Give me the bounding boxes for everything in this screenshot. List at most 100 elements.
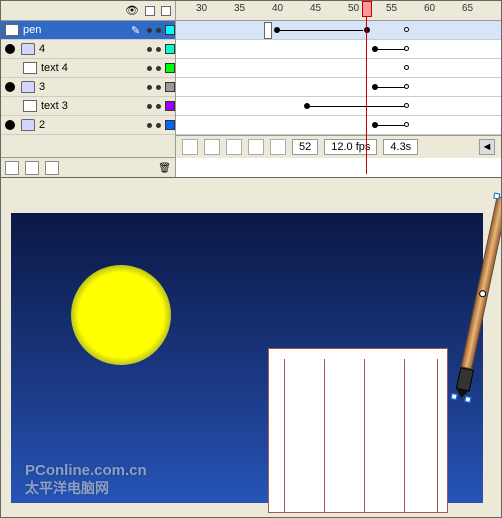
timeline-track[interactable] <box>176 59 501 78</box>
paper-rule-line <box>404 359 405 512</box>
moon-shape[interactable] <box>71 265 171 365</box>
visibility-column-icon[interactable] <box>125 4 139 18</box>
timeline-footer: 52 12.0 fps 4.3s ◄ <box>176 135 501 158</box>
layers-header <box>1 1 175 21</box>
visibility-dot[interactable] <box>147 47 152 52</box>
fps-field[interactable]: 12.0 fps <box>324 139 377 155</box>
layer-name: 4 <box>39 43 143 55</box>
folder-icon <box>21 119 35 131</box>
timeline-track[interactable] <box>176 116 501 135</box>
current-frame-field[interactable]: 52 <box>292 139 318 155</box>
layer-row-4[interactable]: 4 <box>1 40 175 59</box>
layer-row-text3[interactable]: text 3 <box>1 97 175 116</box>
selection-handle[interactable] <box>451 393 458 400</box>
layer-row-pen[interactable]: pen <box>1 21 175 40</box>
pen-tip <box>456 367 474 391</box>
ruler-tick: 60 <box>424 3 435 14</box>
visibility-dot[interactable] <box>147 123 152 128</box>
pencil-icon <box>131 24 143 37</box>
add-folder-button[interactable] <box>45 161 59 175</box>
layer-row-2[interactable]: 2 <box>1 116 175 135</box>
app-window: pen 4 text 4 3 <box>0 0 502 518</box>
outline-column-icon[interactable] <box>161 6 171 16</box>
folder-icon <box>21 81 35 93</box>
folder-icon <box>21 43 35 55</box>
layers-panel: pen 4 text 4 3 <box>1 1 176 177</box>
modify-onion-markers-button[interactable] <box>270 139 286 155</box>
scroll-left-button[interactable]: ◄ <box>479 139 495 155</box>
lock-dot[interactable] <box>156 123 161 128</box>
stage-canvas[interactable]: PConline.com.cn 太平洋电脑网 <box>11 213 483 503</box>
blank-keyframe[interactable] <box>404 103 409 108</box>
layer-row-3[interactable]: 3 <box>1 78 175 97</box>
center-frame-button[interactable] <box>182 139 198 155</box>
lock-dot[interactable] <box>156 47 161 52</box>
timeline-track[interactable] <box>176 40 501 59</box>
layer-color-box[interactable] <box>165 120 175 130</box>
timeline-panel: 30 35 40 45 50 55 60 65 <box>176 1 501 177</box>
blank-keyframe[interactable] <box>404 27 409 32</box>
lock-column-icon[interactable] <box>145 6 155 16</box>
timeline-track[interactable] <box>176 21 501 40</box>
pen-object-selected[interactable] <box>454 196 501 399</box>
paper-rule-line <box>437 359 438 512</box>
blank-keyframe[interactable] <box>404 46 409 51</box>
blank-keyframe[interactable] <box>404 65 409 70</box>
keyframe[interactable] <box>364 27 370 33</box>
ruler-tick: 40 <box>272 3 283 14</box>
layer-color-box[interactable] <box>165 25 175 35</box>
lock-dot[interactable] <box>156 104 161 109</box>
timeline-track[interactable] <box>176 78 501 97</box>
add-layer-button[interactable] <box>5 161 19 175</box>
blank-keyframe[interactable] <box>404 122 409 127</box>
layer-color-box[interactable] <box>165 82 175 92</box>
paper-shape[interactable] <box>268 348 448 513</box>
folder-toggle-icon[interactable] <box>5 120 15 130</box>
edit-multiple-frames-button[interactable] <box>248 139 264 155</box>
layer-color-box[interactable] <box>165 63 175 73</box>
visibility-dot[interactable] <box>147 66 152 71</box>
blank-keyframe[interactable] <box>404 84 409 89</box>
keyframe-block[interactable] <box>264 22 272 39</box>
paper-rule-line <box>284 359 285 512</box>
onion-skin-button[interactable] <box>204 139 220 155</box>
timeline-ruler[interactable]: 30 35 40 45 50 55 60 65 <box>176 1 501 21</box>
folder-toggle-icon[interactable] <box>5 44 15 54</box>
onion-skin-outline-button[interactable] <box>226 139 242 155</box>
motion-tween <box>308 106 408 107</box>
layer-type-icon <box>23 62 37 74</box>
ruler-tick: 55 <box>386 3 397 14</box>
timeline-track[interactable] <box>176 97 501 116</box>
layer-row-text4[interactable]: text 4 <box>1 59 175 78</box>
lock-dot[interactable] <box>156 85 161 90</box>
stage-area: PConline.com.cn 太平洋电脑网 <box>1 178 501 517</box>
visibility-dot[interactable] <box>147 85 152 90</box>
layer-name: text 4 <box>41 62 143 74</box>
delete-layer-button[interactable] <box>158 162 171 174</box>
ruler-tick: 35 <box>234 3 245 14</box>
watermark: PConline.com.cn 太平洋电脑网 <box>25 462 147 497</box>
lock-dot[interactable] <box>156 28 161 33</box>
ruler-tick: 45 <box>310 3 321 14</box>
watermark-line2: 太平洋电脑网 <box>25 480 147 497</box>
visibility-dot[interactable] <box>147 28 152 33</box>
layer-name: pen <box>23 24 127 36</box>
add-motion-guide-button[interactable] <box>25 161 39 175</box>
timeline-layers-panel: pen 4 text 4 3 <box>1 1 501 178</box>
selection-handle[interactable] <box>464 396 471 403</box>
lock-dot[interactable] <box>156 66 161 71</box>
ruler-tick: 30 <box>196 3 207 14</box>
watermark-line1: PConline.com.cn <box>25 462 147 480</box>
layer-type-icon <box>23 100 37 112</box>
motion-tween <box>376 87 406 88</box>
layer-name: text 3 <box>41 100 143 112</box>
layer-color-box[interactable] <box>165 44 175 54</box>
pen-body <box>460 196 501 370</box>
visibility-dot[interactable] <box>147 104 152 109</box>
selection-handle[interactable] <box>493 192 500 199</box>
motion-tween <box>278 30 363 31</box>
elapsed-time-field: 4.3s <box>383 139 418 155</box>
folder-toggle-icon[interactable] <box>5 82 15 92</box>
motion-tween <box>376 49 406 50</box>
layer-color-box[interactable] <box>165 101 175 111</box>
